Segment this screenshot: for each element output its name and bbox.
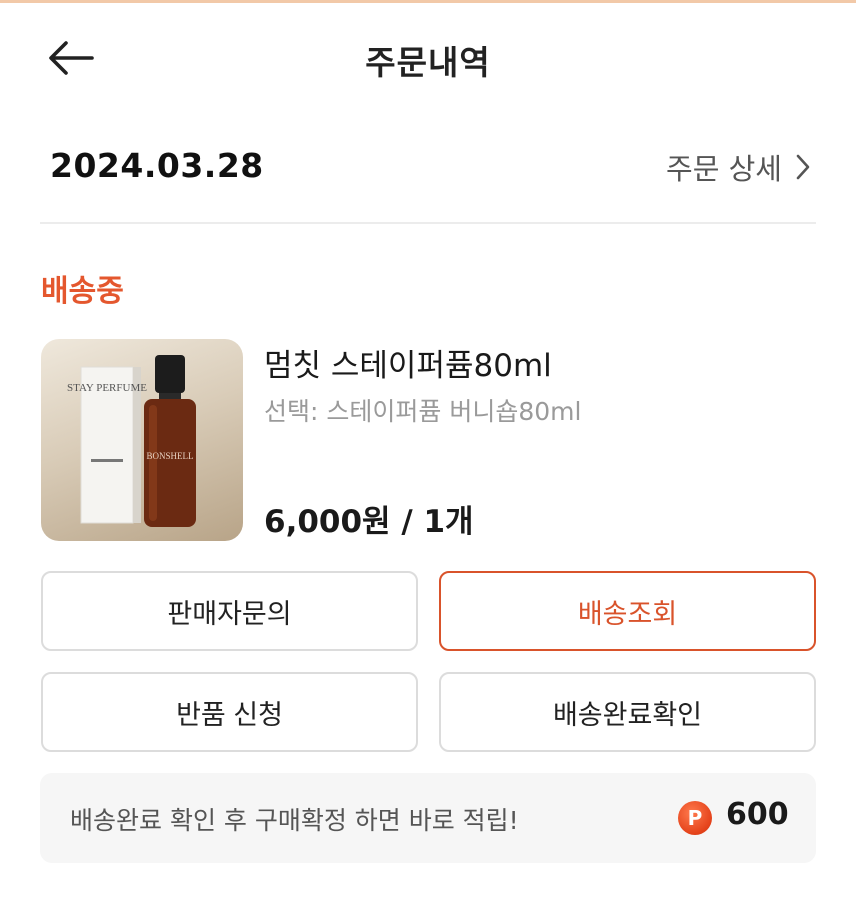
delivery-status: 배송중: [41, 274, 124, 309]
app-header: 주문내역: [0, 18, 856, 98]
bottle-brand-text: BONSHELL: [147, 451, 194, 461]
chevron-right-icon: [796, 154, 810, 180]
order-date-row: 2024.03.28 주문 상세: [40, 140, 816, 196]
product-option: 선택: 스테이퍼퓸 버니숍80ml: [264, 397, 582, 426]
divider: [40, 222, 816, 224]
box-label-text: STAY PERFUME: [67, 382, 147, 394]
page-title: 주문내역: [365, 43, 491, 82]
product-name[interactable]: 멈칫 스테이퍼퓸80ml: [264, 340, 552, 385]
order-detail-link[interactable]: 주문 상세: [666, 146, 810, 188]
product-illustration: STAY PERFUME BONSHELL: [67, 355, 196, 527]
points-banner: 배송완료 확인 후 구매확정 하면 바로 적립! P 600: [40, 773, 816, 863]
order-detail-label: 주문 상세: [666, 152, 782, 186]
order-date: 2024.03.28: [50, 146, 264, 185]
product-price: 6,000원 / 1개: [264, 504, 474, 540]
points-icon: P: [678, 801, 712, 835]
points-message: 배송완료 확인 후 구매확정 하면 바로 적립!: [70, 806, 519, 835]
track-delivery-button[interactable]: 배송조회: [439, 571, 816, 651]
return-request-button[interactable]: 반품 신청: [41, 672, 418, 752]
confirm-delivery-button[interactable]: 배송완료확인: [439, 672, 816, 752]
seller-inquiry-button[interactable]: 판매자문의: [41, 571, 418, 651]
top-accent-line: [0, 0, 856, 3]
points-value: 600: [726, 797, 789, 832]
product-image[interactable]: STAY PERFUME BONSHELL: [41, 339, 243, 541]
